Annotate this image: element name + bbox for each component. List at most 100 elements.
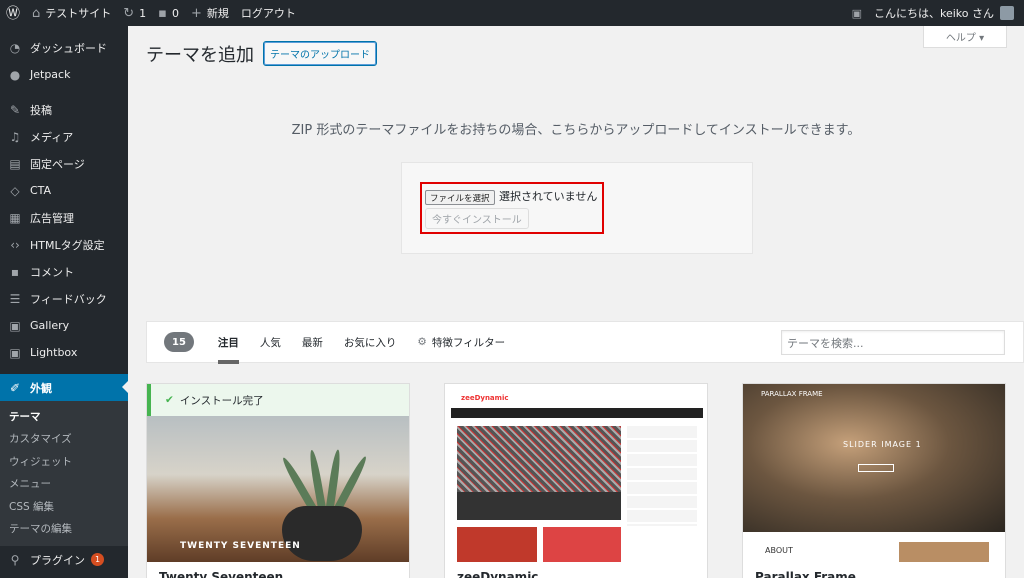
greeting-text: こんにちは、keiko さん	[873, 7, 994, 20]
installed-label: インストール完了	[179, 394, 264, 407]
submenu-customize[interactable]: カスタマイズ	[0, 428, 128, 451]
menu-comments[interactable]: ▪ コメント	[0, 258, 128, 285]
menu-label: ダッシュボード	[30, 41, 107, 55]
menu-label: CTA	[30, 184, 52, 197]
menu-label: メディア	[30, 130, 74, 144]
menu-feedback[interactable]: ☰ フィードバック	[0, 285, 128, 312]
menu-posts[interactable]: ✎ 投稿	[0, 96, 128, 123]
theme-name: Twenty Seventeen	[159, 570, 284, 578]
tab-popular[interactable]: 人気	[260, 321, 281, 363]
upload-theme-button[interactable]: テーマのアップロード	[263, 41, 377, 66]
check-icon: ✔	[165, 394, 174, 406]
theme-filter-bar: 15 注目 人気 最新 お気に入り ⚙ 特徴フィルター テーマを検索...	[146, 321, 1024, 364]
gallery-icon: ▣	[9, 318, 21, 333]
main-content: ヘルプ ▾ テーマを追加 テーマのアップロード ZIP 形式のテーマファイルをお…	[128, 26, 1024, 578]
feature-filter-label: 特徴フィルター	[431, 336, 506, 349]
paintbrush-icon: ✐	[9, 380, 21, 395]
menu-label: Gallery	[30, 319, 70, 332]
menu-label: 投稿	[30, 103, 52, 117]
plugin-update-badge: 1	[91, 553, 104, 566]
theme-name: Parallax Frame	[755, 570, 856, 578]
screenshot-button	[858, 464, 894, 472]
tab-featured[interactable]: 注目	[217, 321, 239, 364]
menu-label: フィードバック	[30, 292, 107, 306]
updates-link[interactable]: ↻ 1	[117, 0, 152, 26]
logout-link[interactable]: ログアウト	[235, 0, 302, 26]
pin-icon: ✎	[9, 102, 21, 117]
my-account-link[interactable]: こんにちは、keiko さん	[868, 0, 1024, 26]
submenu-theme-editor[interactable]: テーマの編集	[0, 518, 128, 541]
tab-favorites[interactable]: お気に入り	[344, 321, 397, 363]
plant-pot	[282, 506, 362, 561]
theme-name: zeeDynamic	[457, 570, 539, 578]
theme-screenshot: zeeDynamic	[451, 384, 703, 562]
menu-dashboard[interactable]: ◔ ダッシュボード	[0, 34, 128, 61]
screenshot-logo: zeeDynamic	[461, 394, 509, 402]
menu-lightbox[interactable]: ▣ Lightbox	[0, 339, 128, 366]
screenshot-slider-title: SLIDER IMAGE 1	[843, 440, 922, 449]
theme-card-twenty-seventeen[interactable]: ✔ インストール完了 TWENTY SEVENTEEN Twenty Seven…	[146, 383, 410, 578]
menu-label: Lightbox	[30, 346, 78, 359]
theme-count: 15	[164, 332, 194, 352]
comments-count: 0	[171, 6, 179, 20]
menu-label: Jetpack	[30, 68, 71, 81]
admin-bar: Ⓦ ⌂ テストサイト ↻ 1 ▪ 0 + 新規 ログアウト ▣ こんにちは、ke…	[0, 0, 1024, 26]
menu-cta[interactable]: ◇ CTA	[0, 177, 128, 204]
wordpress-logo-icon[interactable]: Ⓦ	[0, 0, 26, 26]
comments-link[interactable]: ▪ 0	[152, 0, 185, 26]
theme-card-parallax-frame[interactable]: PARALLAX FRAME SLIDER IMAGE 1 ABOUT Para…	[742, 383, 1006, 578]
upload-help-text: ZIP 形式のテーマファイルをお持ちの場合、こちらからアップロードしてインストー…	[291, 123, 861, 138]
menu-label: コメント	[30, 265, 74, 279]
submenu-menus[interactable]: メニュー	[0, 473, 128, 496]
theme-search-input[interactable]: テーマを検索...	[781, 330, 1005, 355]
appearance-submenu: テーマ カスタマイズ ウィジェット メニュー CSS 編集 テーマの編集	[0, 401, 128, 546]
menu-pages[interactable]: ▤ 固定ページ	[0, 150, 128, 177]
screenshot-thumb	[457, 527, 537, 562]
installed-notice: ✔ インストール完了	[147, 384, 409, 416]
submenu-css-edit[interactable]: CSS 編集	[0, 495, 128, 518]
home-icon: ⌂	[32, 5, 41, 21]
help-tab-button[interactable]: ヘルプ ▾	[923, 26, 1007, 48]
admin-sidebar: ◔ ダッシュボード ● Jetpack ✎ 投稿 ♫ メディア ▤ 固定ページ ◇ CTA …	[0, 26, 128, 578]
screenshot-nav	[451, 408, 703, 418]
submenu-widgets[interactable]: ウィジェット	[0, 450, 128, 473]
plus-icon: +	[190, 5, 202, 21]
screenshot-hero	[457, 426, 621, 492]
gear-icon: ⚙	[417, 336, 427, 348]
menu-media[interactable]: ♫ メディア	[0, 123, 128, 150]
site-name: テストサイト	[45, 7, 112, 20]
screenshot-thumb	[899, 542, 989, 562]
site-name-link[interactable]: ⌂ テストサイト	[26, 0, 117, 26]
avatar	[1000, 6, 1014, 20]
dashboard-icon: ◔	[9, 40, 21, 55]
media-icon: ♫	[9, 129, 21, 144]
cta-icon: ◇	[10, 183, 20, 198]
tab-latest[interactable]: 最新	[302, 321, 323, 363]
submenu-themes[interactable]: テーマ	[0, 405, 128, 428]
new-content-link[interactable]: + 新規	[185, 0, 235, 26]
install-now-button[interactable]: 今すぐインストール	[425, 208, 529, 229]
code-icon: ‹›	[10, 237, 20, 252]
plugin-icon: ⚲	[10, 552, 20, 567]
menu-gallery[interactable]: ▣ Gallery	[0, 312, 128, 339]
menu-appearance[interactable]: ✐ 外観	[0, 374, 128, 401]
menu-plugins[interactable]: ⚲ プラグイン 1	[0, 546, 128, 573]
menu-ads[interactable]: ▦ 広告管理	[0, 204, 128, 231]
screenshot-caption	[457, 492, 621, 520]
screenshot-title: TWENTY SEVENTEEN	[180, 541, 301, 551]
page-icon: ▤	[9, 156, 21, 171]
screenshot-thumb	[543, 527, 621, 562]
comment-bubble-icon: ▪	[158, 5, 167, 21]
menu-label: 外観	[30, 381, 52, 395]
choose-file-button[interactable]: ファイルを選択	[425, 190, 495, 205]
menu-html-tags[interactable]: ‹› HTMLタグ設定	[0, 231, 128, 258]
screenshot-header: PARALLAX FRAME	[761, 390, 823, 398]
screenshot-about: ABOUT	[765, 546, 793, 555]
page-title: テーマを追加	[146, 45, 254, 66]
feedback-icon: ☰	[9, 291, 21, 306]
file-status-text: 選択されていません	[499, 190, 598, 203]
theme-card-zeedynamic[interactable]: zeeDynamic zeeDynamic	[444, 383, 708, 578]
menu-jetpack[interactable]: ● Jetpack	[0, 61, 128, 88]
feature-filter-button[interactable]: ⚙ 特徴フィルター	[417, 321, 505, 363]
updates-icon: ↻	[123, 5, 135, 21]
